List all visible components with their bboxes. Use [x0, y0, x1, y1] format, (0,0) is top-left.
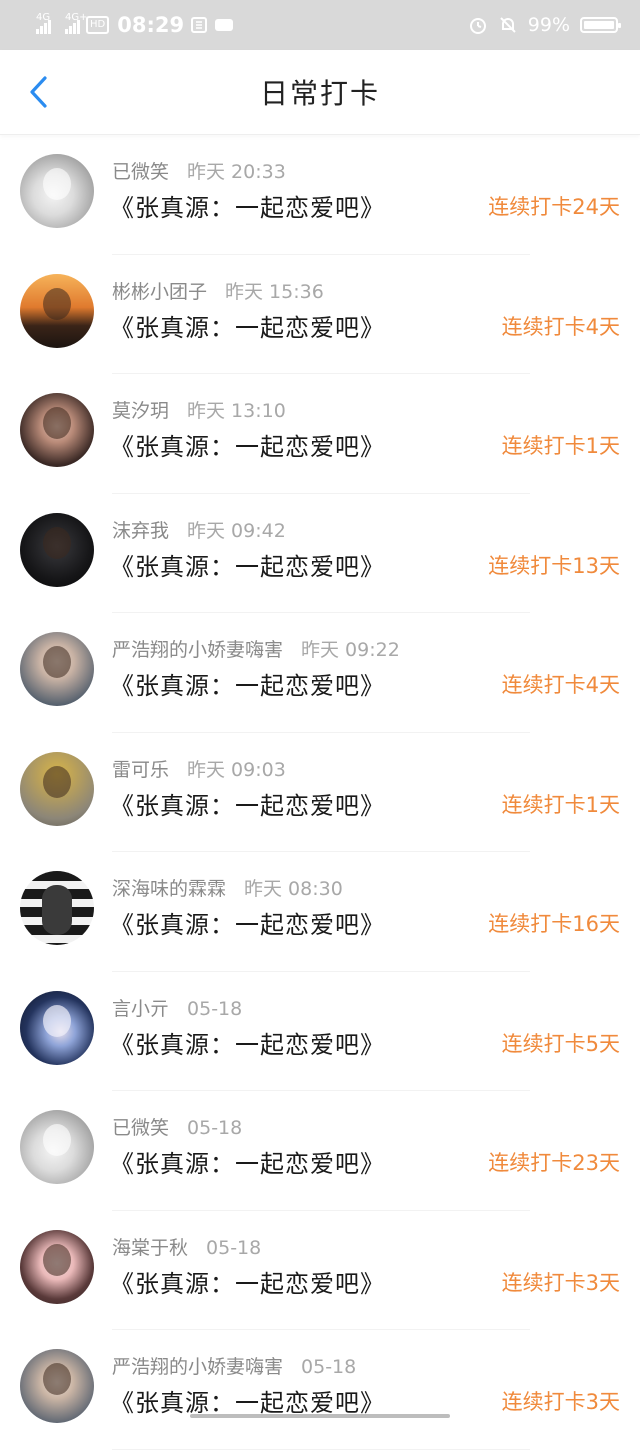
- avatar[interactable]: [20, 871, 94, 945]
- status-left: 4G 4G+ HD 08:29: [36, 12, 234, 37]
- item-meta: 已微笑 昨天 20:33: [112, 157, 286, 184]
- streak-badge: 连续打卡3天: [501, 1270, 620, 1295]
- user-name[interactable]: 严浩翔的小娇妻嗨害: [112, 639, 283, 661]
- signal-label-1: 4G: [36, 12, 51, 23]
- streak-badge: 连续打卡24天: [488, 195, 620, 219]
- battery-fill: [584, 21, 614, 29]
- user-name[interactable]: 已微笑: [112, 1117, 169, 1139]
- list-item[interactable]: 彬彬小团子 昨天 15:36 《张真源：一起恋爱吧》 连续打卡4天: [0, 255, 640, 375]
- timestamp: 昨天 20:33: [187, 161, 286, 183]
- item-meta: 已微笑 05-18: [112, 1113, 242, 1140]
- timestamp: 昨天 08:30: [244, 878, 343, 900]
- hd-icon: HD: [86, 16, 110, 34]
- item-meta: 深海味的霖霖 昨天 08:30: [112, 874, 343, 901]
- signal-icon-2: 4G+: [65, 12, 88, 34]
- checkin-content[interactable]: 《张真源：一起恋爱吧》: [110, 1144, 385, 1179]
- page-title: 日常打卡: [259, 77, 380, 110]
- checkin-list: 已微笑 昨天 20:33 《张真源：一起恋爱吧》 连续打卡24天 彬彬小团子 昨天 …: [0, 135, 640, 1450]
- list-item[interactable]: 已微笑 昨天 20:33 《张真源：一起恋爱吧》 连续打卡24天: [0, 135, 640, 255]
- checkin-content[interactable]: 《张真源：一起恋爱吧》: [110, 1264, 385, 1299]
- avatar[interactable]: [20, 512, 94, 587]
- item-meta: 莫汐玥 昨天 13:10: [112, 396, 286, 423]
- user-name[interactable]: 雷可乐: [112, 759, 169, 781]
- checkin-content[interactable]: 《张真源：一起恋爱吧》: [110, 905, 385, 940]
- checkin-content[interactable]: 《张真源：一起恋爱吧》: [110, 1025, 385, 1060]
- checkin-content[interactable]: 《张真源：一起恋爱吧》: [110, 308, 385, 343]
- avatar[interactable]: [20, 1349, 94, 1423]
- timestamp: 05-18: [187, 1117, 243, 1139]
- timestamp: 05-18: [187, 997, 243, 1020]
- list-item[interactable]: 严浩翔的小娇妻嗨害 05-18 《张真源：一起恋爱吧》 连续打卡3天: [0, 1330, 640, 1450]
- user-name[interactable]: 沫弃我: [112, 520, 169, 542]
- signal-icon: 4G: [36, 12, 51, 34]
- streak-badge: 连续打卡4天: [501, 673, 620, 697]
- avatar[interactable]: [20, 393, 94, 467]
- streak-badge: 连续打卡1天: [501, 792, 620, 817]
- list-item[interactable]: 莫汐玥 昨天 13:10 《张真源：一起恋爱吧》 连续打卡1天: [0, 374, 640, 494]
- status-right: 99%: [468, 14, 621, 36]
- streak-badge: 连续打卡5天: [501, 1031, 620, 1056]
- streak-badge: 连续打卡3天: [501, 1390, 620, 1414]
- avatar[interactable]: [20, 751, 94, 826]
- item-meta: 海棠于秋 05-18: [112, 1233, 261, 1260]
- item-meta: 彬彬小团子 昨天 15:36: [112, 277, 324, 304]
- status-bar: 4G 4G+ HD 08:29 99%: [0, 0, 640, 50]
- list-item[interactable]: 严浩翔的小娇妻嗨害 昨天 09:22 《张真源：一起恋爱吧》 连续打卡4天: [0, 613, 640, 733]
- checkin-content[interactable]: 《张真源：一起恋爱吧》: [110, 427, 385, 462]
- checkin-content[interactable]: 《张真源：一起恋爱吧》: [110, 786, 385, 821]
- home-indicator[interactable]: [190, 1414, 450, 1418]
- list-item[interactable]: 已微笑 05-18 《张真源：一起恋爱吧》 连续打卡23天: [0, 1091, 640, 1211]
- timestamp: 昨天 09:22: [301, 639, 400, 661]
- checkin-content[interactable]: 《张真源：一起恋爱吧》: [110, 666, 385, 701]
- item-meta: 言小亓 05-18: [112, 994, 242, 1021]
- user-name[interactable]: 海棠于秋: [112, 1237, 188, 1259]
- timestamp: 昨天 13:10: [187, 400, 286, 422]
- user-name[interactable]: 深海味的霖霖: [112, 878, 226, 900]
- streak-badge: 连续打卡23天: [488, 1151, 620, 1175]
- signal-label-2: 4G+: [65, 12, 88, 23]
- mute-bell-icon: [500, 17, 516, 33]
- battery-percent: 99%: [527, 14, 570, 36]
- streak-badge: 连续打卡4天: [501, 314, 620, 339]
- avatar[interactable]: [20, 154, 94, 228]
- nav-bar: 日常打卡: [0, 50, 640, 135]
- item-meta: 雷可乐 昨天 09:03: [112, 755, 286, 782]
- timestamp: 05-18: [206, 1236, 262, 1259]
- item-meta: 严浩翔的小娇妻嗨害 05-18: [112, 1352, 356, 1379]
- user-name[interactable]: 彬彬小团子: [112, 281, 207, 303]
- checkin-content[interactable]: 《张真源：一起恋爱吧》: [110, 188, 385, 223]
- avatar[interactable]: [20, 273, 94, 348]
- user-name[interactable]: 莫汐玥: [112, 400, 169, 422]
- timestamp: 昨天 09:42: [187, 519, 286, 542]
- timestamp: 昨天 15:36: [225, 280, 324, 303]
- list-item[interactable]: 雷可乐 昨天 09:03 《张真源：一起恋爱吧》 连续打卡1天: [0, 733, 640, 853]
- battery-icon: [580, 17, 621, 33]
- streak-badge: 连续打卡16天: [488, 912, 620, 936]
- streak-badge: 连续打卡1天: [501, 434, 620, 458]
- list-item[interactable]: 言小亓 05-18 《张真源：一起恋爱吧》 连续打卡5天: [0, 972, 640, 1092]
- user-name[interactable]: 已微笑: [112, 161, 169, 183]
- back-button[interactable]: [18, 72, 58, 112]
- timestamp: 昨天 09:03: [187, 758, 286, 781]
- avatar[interactable]: [20, 990, 94, 1065]
- user-name[interactable]: 言小亓: [112, 998, 169, 1020]
- streak-badge: 连续打卡13天: [488, 553, 620, 578]
- checkin-content[interactable]: 《张真源：一起恋爱吧》: [110, 1383, 385, 1418]
- status-time: 08:29: [117, 13, 185, 37]
- item-meta: 严浩翔的小娇妻嗨害 昨天 09:22: [112, 635, 400, 662]
- list-item[interactable]: 深海味的霖霖 昨天 08:30 《张真源：一起恋爱吧》 连续打卡16天: [0, 852, 640, 972]
- item-meta: 沫弃我 昨天 09:42: [112, 516, 286, 543]
- alarm-icon: [469, 18, 486, 34]
- list-item[interactable]: 海棠于秋 05-18 《张真源：一起恋爱吧》 连续打卡3天: [0, 1211, 640, 1331]
- avatar[interactable]: [20, 632, 94, 706]
- user-name[interactable]: 严浩翔的小娇妻嗨害: [112, 1356, 283, 1378]
- timestamp: 05-18: [301, 1356, 357, 1378]
- list-item[interactable]: 沫弃我 昨天 09:42 《张真源：一起恋爱吧》 连续打卡13天: [0, 494, 640, 614]
- sim-card-icon: [191, 17, 208, 33]
- avatar[interactable]: [20, 1110, 94, 1184]
- back-arrow-icon: [30, 76, 47, 108]
- app-icon: [215, 19, 234, 31]
- checkin-content[interactable]: 《张真源：一起恋爱吧》: [110, 547, 385, 582]
- avatar[interactable]: [20, 1229, 94, 1304]
